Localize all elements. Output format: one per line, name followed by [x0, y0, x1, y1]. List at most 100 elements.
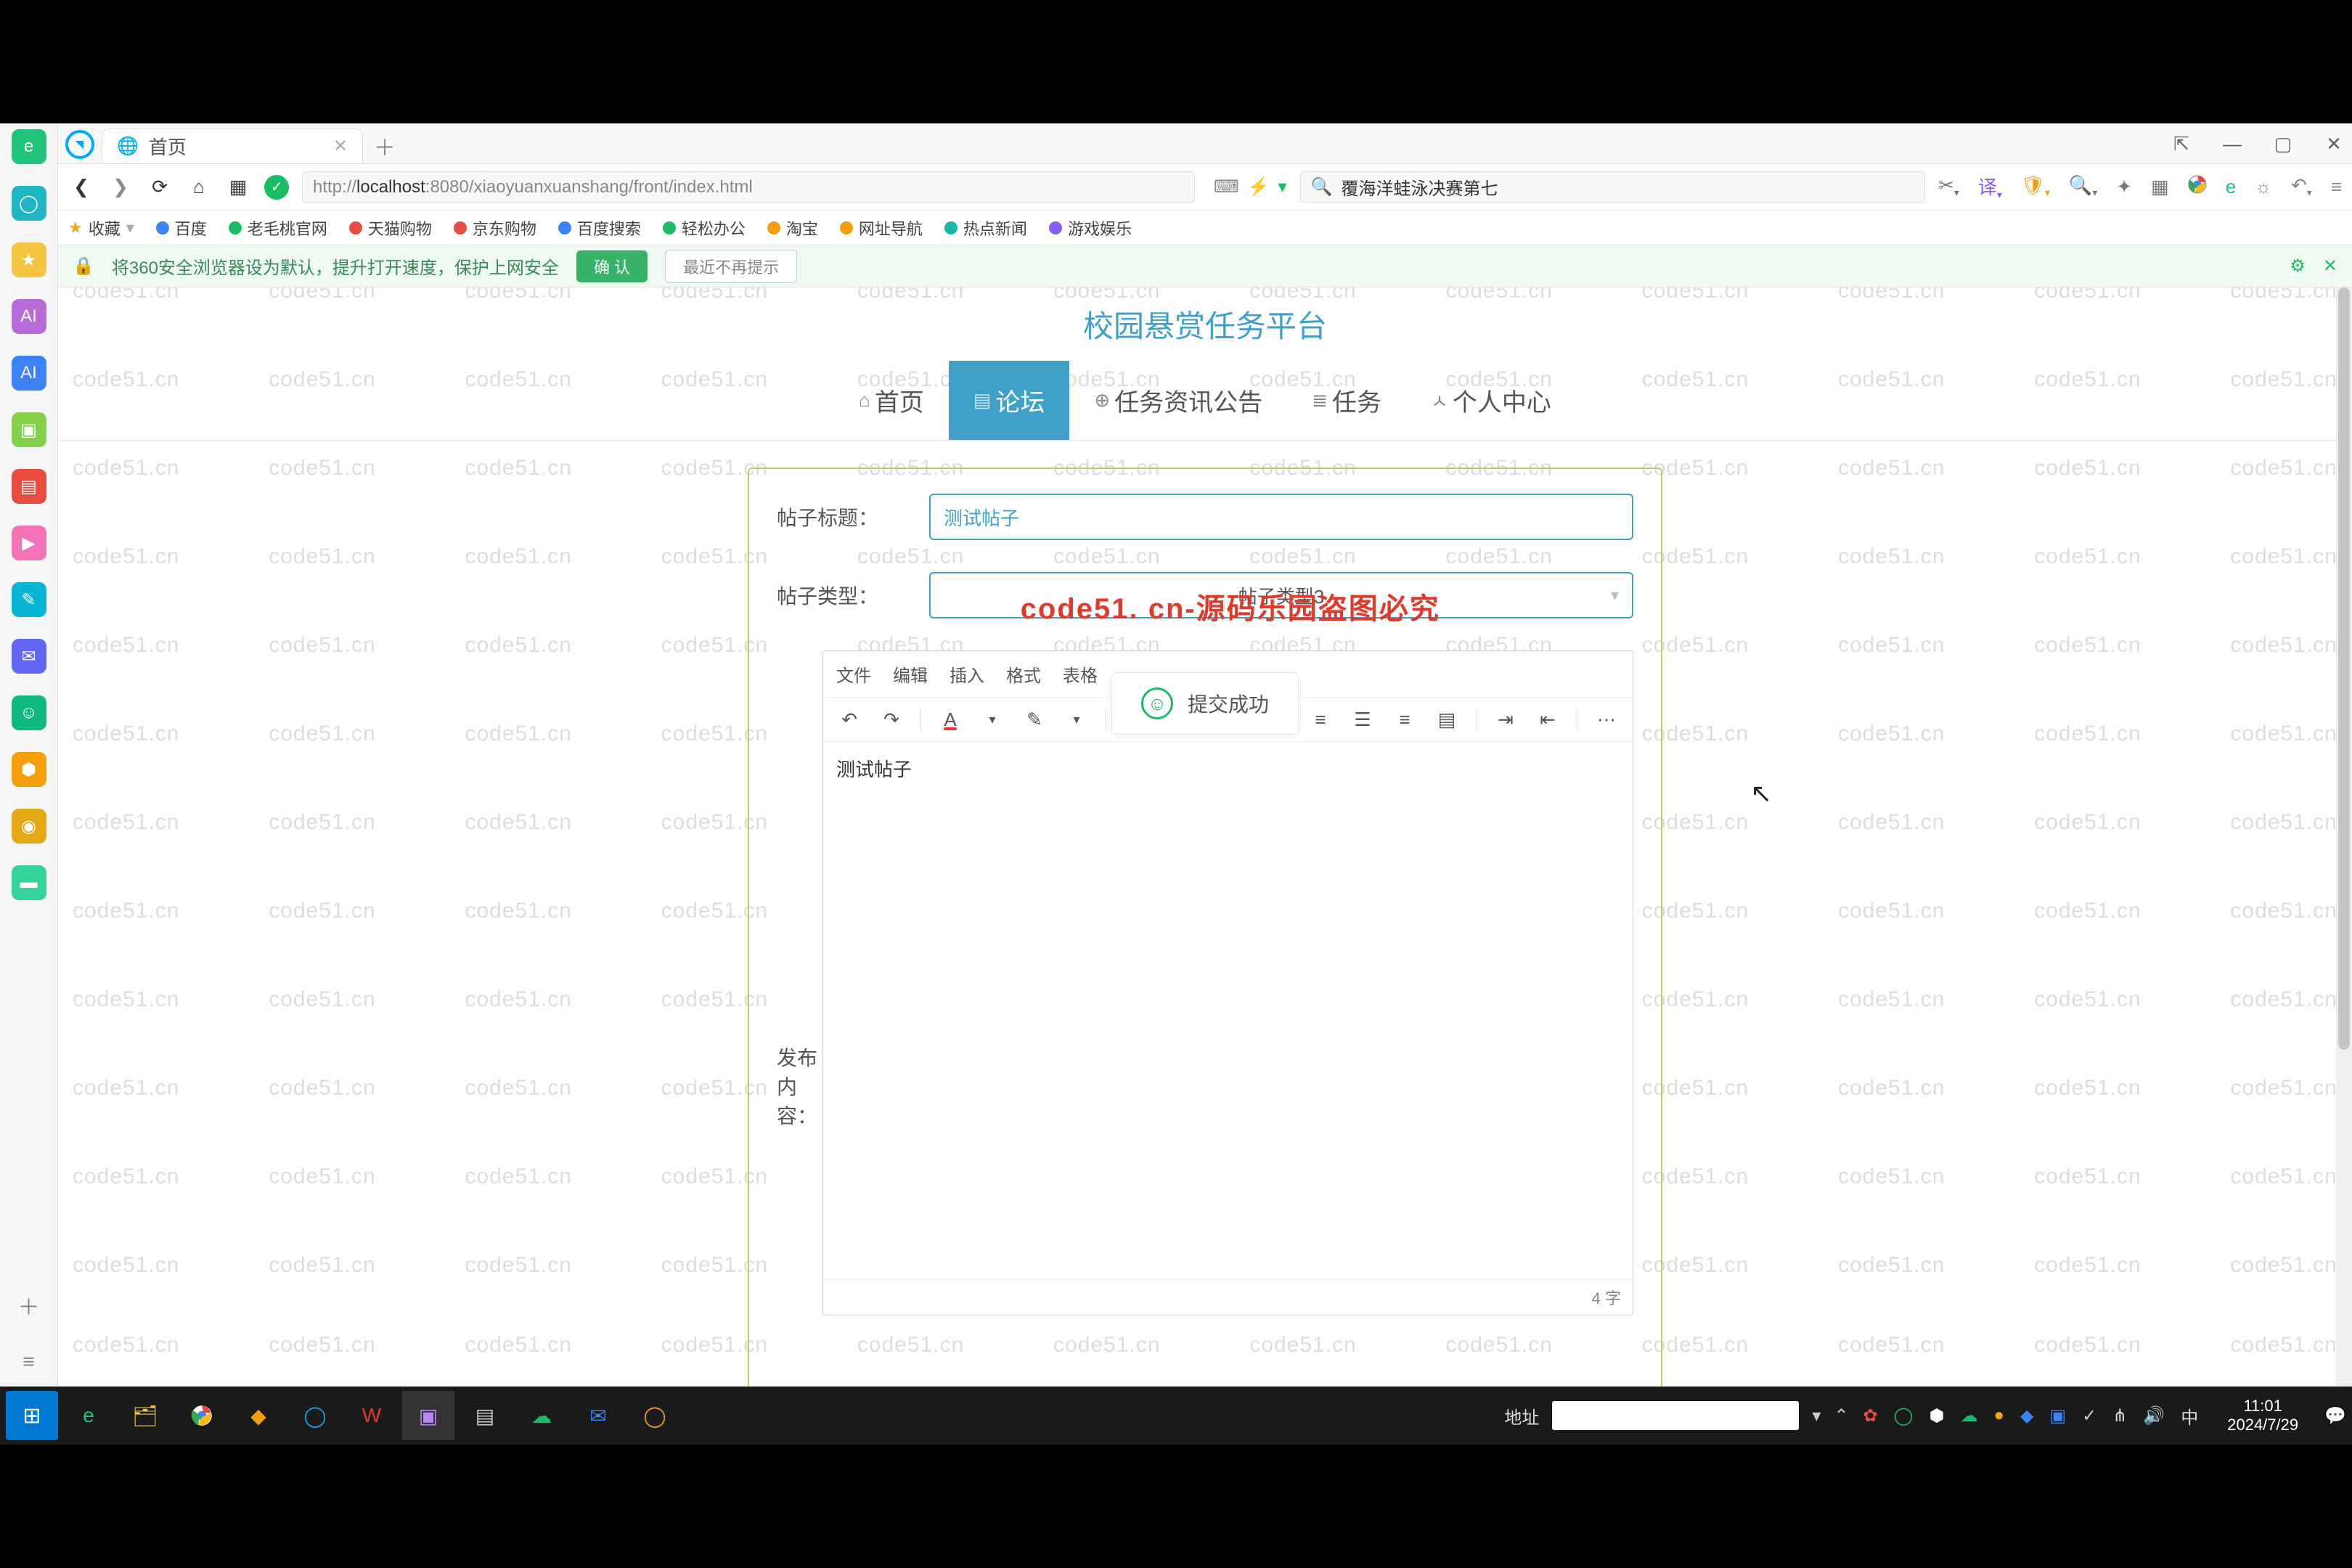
main-menu-icon[interactable]: ≡	[2331, 176, 2342, 198]
new-tab-button[interactable]: ＋	[370, 131, 399, 160]
keyboard-icon[interactable]: ⌨	[1214, 176, 1239, 197]
bookmark-item[interactable]: 天猫购物	[349, 216, 432, 240]
window-close-icon[interactable]: ✕	[2323, 133, 2345, 155]
scrollbar-thumb[interactable]	[2338, 287, 2350, 1050]
type-select[interactable]: 帖子类型3 ▾	[929, 572, 1633, 618]
start-button[interactable]: ⊞	[6, 1391, 58, 1440]
taskbar-app-mail[interactable]: ✉	[572, 1391, 624, 1440]
bookmark-item[interactable]: 京东购物	[454, 216, 536, 240]
sidebar-ai2-icon[interactable]: AI	[12, 356, 46, 391]
bookmark-favorites[interactable]: ★ 收藏 ▾	[68, 216, 134, 240]
appstore-button[interactable]: ▦	[225, 176, 251, 198]
tray-icon[interactable]: ◆	[2020, 1405, 2033, 1426]
bookmark-item[interactable]: 热点新闻	[944, 216, 1027, 240]
sidebar-add-icon[interactable]: ＋	[12, 1288, 46, 1323]
reload-button[interactable]: ⟳	[147, 176, 173, 198]
dismiss-button[interactable]: 最近不再提示	[665, 250, 797, 283]
back-button[interactable]: ❮	[68, 176, 94, 198]
lightning-icon[interactable]: ⚡	[1248, 176, 1270, 197]
apps-grid-icon[interactable]: ▦	[2151, 176, 2169, 198]
taskbar-app-idea[interactable]: ▣	[402, 1391, 454, 1440]
bookmark-item[interactable]: 百度	[156, 216, 207, 240]
sidebar-game-icon[interactable]: ⬢	[12, 752, 46, 787]
zoom-icon[interactable]: 🔍▾	[2069, 174, 2097, 199]
url-input[interactable]: http:// localhost :8080 /xiaoyuanxuansha…	[302, 171, 1195, 203]
close-notice-icon[interactable]: ✕	[2323, 256, 2337, 277]
taskbar-app-other[interactable]: ◯	[629, 1391, 681, 1440]
taskbar-app-sublime[interactable]: ◆	[232, 1391, 285, 1440]
sidebar-star-icon[interactable]: ★	[12, 242, 46, 277]
more-icon[interactable]: ⋯	[1591, 705, 1622, 734]
undo-icon[interactable]: ↶	[833, 705, 865, 734]
taskbar-dropdown-icon[interactable]: ▾	[1812, 1405, 1821, 1426]
shield-icon[interactable]: 🛡▾	[2021, 174, 2050, 199]
sidebar-pdf-icon[interactable]: ▤	[12, 469, 46, 504]
tray-notifications-icon[interactable]: 💬	[2324, 1405, 2346, 1426]
search-input[interactable]: 🔍 覆海洋蛙泳决赛第七	[1300, 171, 1925, 203]
nav-forum[interactable]: ▤论坛	[949, 361, 1070, 440]
tray-icon[interactable]: ◯	[1894, 1405, 1914, 1426]
bookmark-item[interactable]: 淘宝	[767, 216, 818, 240]
menu-format[interactable]: 格式	[1006, 661, 1041, 687]
align-right-icon[interactable]: ≡	[1389, 705, 1421, 734]
nav-profile[interactable]: ㅅ个人中心	[1406, 361, 1576, 440]
taskbar-app-explorer[interactable]: 🗂	[119, 1391, 171, 1440]
theme-icon[interactable]: ☼	[2255, 176, 2272, 198]
highlight-icon[interactable]: ✎	[1018, 705, 1050, 734]
tray-ime-icon[interactable]: 中	[2181, 1403, 2198, 1429]
align-center-icon[interactable]: ☰	[1347, 705, 1379, 734]
taskbar-app-edge[interactable]: ◯	[289, 1391, 341, 1440]
tray-overflow-icon[interactable]: ⌃	[1834, 1405, 1848, 1426]
ssl-lock-icon[interactable]: ✓	[264, 175, 289, 200]
window-minimize-icon[interactable]: —	[2221, 133, 2243, 155]
bookmark-item[interactable]: 百度搜索	[558, 216, 641, 240]
restore-icon[interactable]: ↶▾	[2291, 174, 2312, 199]
tab-close-icon[interactable]: ✕	[333, 136, 348, 157]
nav-home[interactable]: ⌂首页	[834, 361, 949, 440]
sidebar-menu-icon[interactable]: ≡	[12, 1344, 46, 1379]
sidebar-app-icon[interactable]: ◯	[12, 186, 46, 221]
title-input[interactable]	[929, 494, 1633, 540]
taskbar-app-wps[interactable]: W	[346, 1391, 398, 1440]
taskbar-app-360[interactable]: e	[62, 1391, 115, 1440]
translate-icon[interactable]: 译▾	[1978, 173, 2002, 201]
sidebar-msg-icon[interactable]: ☺	[12, 695, 46, 730]
text-color-icon[interactable]: A	[934, 705, 966, 734]
align-justify-icon[interactable]: ▤	[1431, 705, 1463, 734]
bookmark-item[interactable]: 轻松办公	[663, 216, 746, 240]
extensions-icon[interactable]: ✦	[2116, 176, 2132, 198]
menu-insert[interactable]: 插入	[950, 661, 984, 687]
align-left-icon[interactable]: ≡	[1304, 705, 1336, 734]
menu-edit[interactable]: 编辑	[893, 661, 928, 687]
nav-task[interactable]: ≣任务	[1287, 361, 1406, 440]
tray-icon[interactable]: ✿	[1863, 1405, 1878, 1426]
window-pin-icon[interactable]: ⇱	[2171, 133, 2192, 155]
redo-icon[interactable]: ↷	[875, 705, 907, 734]
tray-icon[interactable]: ▣	[2049, 1405, 2066, 1426]
sidebar-browser-icon[interactable]: e	[12, 129, 46, 164]
sidebar-chat-icon[interactable]: ✉	[12, 639, 46, 674]
page-content[interactable]: 校园悬赏任务平台 ⌂首页 ▤论坛 ⊕任务资讯公告 ≣任务 ㅅ个人中心 帖子标题：	[58, 287, 2352, 1387]
confirm-button[interactable]: 确 认	[576, 250, 648, 282]
sidebar-note-icon[interactable]: ✎	[12, 582, 46, 617]
sidebar-mail-icon[interactable]: ▬	[12, 865, 46, 900]
sidebar-weibo-icon[interactable]: ◉	[12, 809, 46, 844]
compat-mode-icon[interactable]: e	[2226, 176, 2236, 198]
taskbar-app-wechat[interactable]: ☁	[515, 1391, 568, 1440]
taskbar-app-chrome[interactable]	[176, 1391, 228, 1440]
taskbar-app-terminal[interactable]: ▤	[459, 1391, 511, 1440]
sidebar-ai-icon[interactable]: AI	[12, 299, 46, 334]
scrollbar[interactable]	[2336, 287, 2352, 1387]
bookmark-item[interactable]: 老毛桃官网	[229, 216, 327, 240]
forward-button[interactable]: ❯	[107, 176, 134, 198]
sidebar-play-icon[interactable]: ▶	[12, 526, 46, 560]
bookmark-item[interactable]: 网址导航	[840, 216, 923, 240]
text-color-caret-icon[interactable]: ▾	[976, 705, 1008, 734]
taskbar-clock[interactable]: 11:01 2024/7/29	[2227, 1397, 2298, 1435]
menu-table[interactable]: 表格	[1063, 661, 1098, 687]
dropdown-caret-icon[interactable]: ▾	[1278, 176, 1287, 197]
tray-icon[interactable]: ●	[1993, 1405, 2004, 1426]
editor-body[interactable]: 测试帖子	[823, 742, 1633, 1279]
tray-icon[interactable]: ⬢	[1930, 1405, 1945, 1426]
tray-wifi-icon[interactable]: ⋔	[2112, 1405, 2127, 1426]
